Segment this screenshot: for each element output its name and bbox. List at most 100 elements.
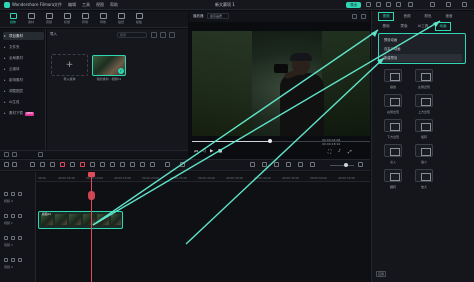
redo-icon[interactable] [40,162,45,167]
account-icon[interactable] [366,2,371,7]
cloud-icon[interactable] [376,2,381,7]
sidebar-item-ai[interactable]: ▸ AI生成 [3,98,44,106]
media-search-input[interactable]: 搜索 [117,32,147,38]
new-folder-icon[interactable] [4,152,9,157]
animation-dropdown[interactable]: 预设动画 自定义动画 新建预设 [378,33,466,64]
ai-icon[interactable] [165,162,170,167]
speed-icon[interactable] [110,162,115,167]
mask-icon[interactable] [140,162,145,167]
tool-stock[interactable]: 素材 [24,13,38,27]
stop-icon[interactable]: ■ [218,149,222,154]
more-icon[interactable] [169,32,175,38]
lock-icon[interactable] [11,214,15,218]
delete-icon[interactable] [50,162,55,167]
tool-transitions[interactable]: 转场 [78,13,92,27]
import-button[interactable]: 导入 [50,32,68,38]
tool-effects[interactable]: 特效 [96,13,110,27]
collapse-icon[interactable] [38,152,43,157]
add-media-button[interactable]: + [51,54,88,76]
notification-icon[interactable] [396,2,401,7]
zoom-slider-track[interactable] [330,165,354,166]
video-preview[interactable] [192,31,370,136]
apply-button[interactable]: 应用 [376,271,386,277]
eye-icon[interactable] [18,192,22,196]
preset-right-in[interactable] [384,94,402,107]
sidebar-item-project-media[interactable]: ▾ 项目素材 [3,32,44,40]
folder-icon[interactable] [12,152,17,157]
tab-color[interactable]: 颜色 [421,13,435,20]
motion-icon[interactable] [150,162,155,167]
keyframe-icon[interactable] [120,162,125,167]
dropdown-item-new-preset[interactable]: 新建预设 [382,54,462,62]
lock-icon[interactable] [11,236,15,240]
previous-frame-icon[interactable]: ⏮ [194,149,198,155]
sidebar-item-folder[interactable]: ▸ 文件夹 [3,43,44,51]
tab-ai-tools[interactable]: AI工具 [415,23,431,30]
tab-mask[interactable]: 蒙版 [397,23,411,30]
sort-icon[interactable] [160,32,166,38]
layout-icon[interactable] [4,162,9,167]
voiceover-icon[interactable] [274,162,279,167]
select-icon[interactable] [12,162,17,167]
menu-view[interactable]: 视图 [96,2,104,8]
sidebar-item-downloads[interactable]: ▸ 素材下载 NEW [3,109,44,117]
playhead-line[interactable] [91,172,92,282]
sidebar-item-adjustment[interactable]: ▸ 调整图层 [3,87,44,95]
sidebar-item-global-media[interactable]: ▸ 全局素材 [3,54,44,62]
tool-titles[interactable]: 标题 [60,13,74,27]
tab-speed[interactable]: 速度 [442,13,456,20]
play-icon[interactable]: ▶ [210,149,213,154]
snap-icon[interactable] [262,162,267,167]
zoom-out-icon[interactable] [310,162,315,167]
snapshot-icon[interactable] [352,14,357,19]
preset-top-in[interactable] [415,94,433,107]
preview-scrubber[interactable] [192,139,370,145]
export-button[interactable]: 导出 [346,2,361,8]
sidebar-item-influence[interactable]: ▸ 影响素材 [3,76,44,84]
dropdown-item-preset[interactable]: 预设动画 [382,36,462,44]
step-back-icon[interactable]: ◁ [202,149,205,154]
preset-rotate[interactable] [415,119,433,132]
marker-icon[interactable] [80,162,85,167]
menu-help[interactable]: 帮助 [110,2,118,8]
maximize-icon[interactable] [446,2,451,7]
text-icon[interactable] [90,162,95,167]
tool-media[interactable]: 媒体 [6,13,20,27]
volume-icon[interactable]: ♪ [338,149,341,154]
zoom-slider-handle[interactable] [344,163,348,167]
tool-audio[interactable]: 音频 [42,13,56,27]
filter-icon[interactable] [151,32,157,38]
lock-icon[interactable] [11,192,15,196]
minimize-icon[interactable] [430,2,435,7]
timeline-tracks-area[interactable] [36,182,370,282]
color-icon[interactable] [100,162,105,167]
playhead-handle[interactable] [88,172,95,177]
dropdown-item-custom[interactable]: 自定义动画 [382,45,462,53]
mute-icon[interactable] [18,258,22,262]
preset-flip[interactable] [384,169,402,182]
preset-bottom-in[interactable] [384,119,402,132]
tab-basic[interactable]: 基础 [379,23,393,30]
tab-video[interactable]: 视频 [378,12,394,21]
scrub-handle[interactable] [268,139,273,143]
render-icon[interactable] [250,162,255,167]
menu-tools[interactable]: 工具 [82,2,90,8]
zoom-in-icon[interactable] [358,162,363,167]
preset-enlarge[interactable] [415,169,433,182]
playhead-marker[interactable] [88,191,95,200]
audio-icon[interactable] [130,162,135,167]
tool-templates[interactable]: 模板 [132,13,146,27]
menu-file[interactable]: 文件 [54,2,62,8]
expand-icon[interactable]: ⤢ [348,149,352,155]
more-icon[interactable] [361,14,366,19]
undo-icon[interactable] [30,162,35,167]
sidebar-item-cloud-media[interactable]: ▸ 云媒体 [3,65,44,73]
close-icon[interactable] [462,2,467,7]
menu-edit[interactable]: 编辑 [68,2,76,8]
link-icon[interactable] [298,162,303,167]
tool-stickers[interactable]: 贴纸 [114,13,128,27]
fullscreen-icon[interactable]: ⛶ [328,149,331,155]
crop-icon[interactable] [70,162,75,167]
mix-icon[interactable] [286,162,291,167]
mute-icon[interactable] [18,236,22,240]
